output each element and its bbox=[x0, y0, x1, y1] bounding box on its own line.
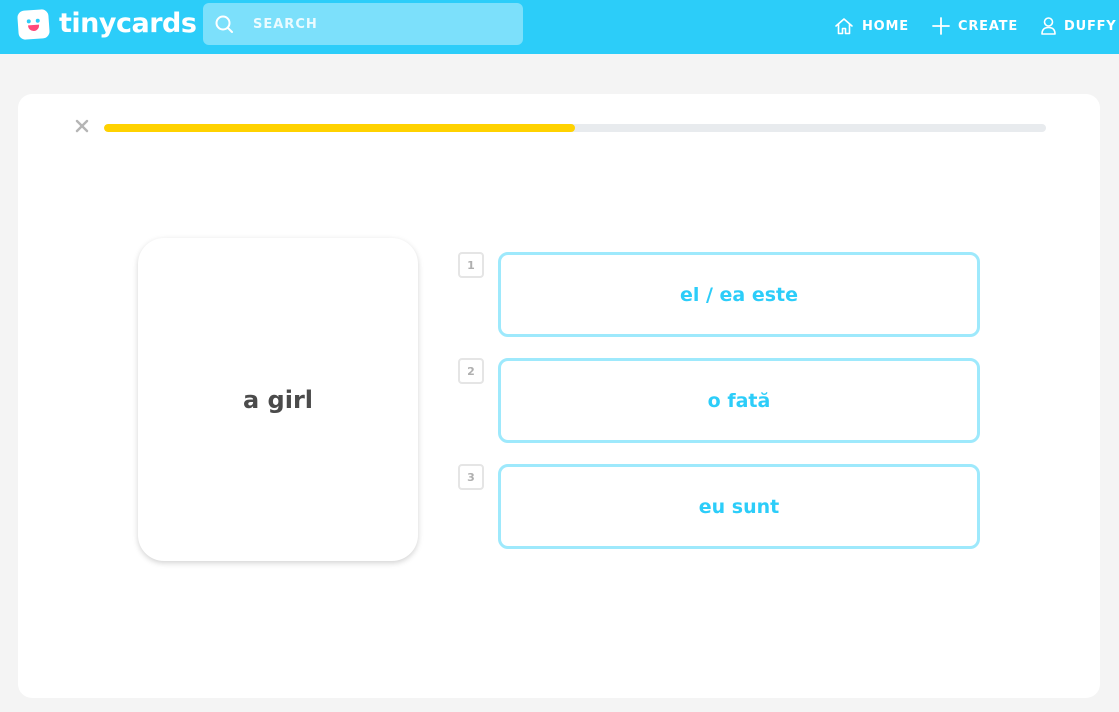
option-key-2: 2 bbox=[458, 358, 484, 384]
logo-text: tinycards bbox=[59, 8, 197, 39]
progress-fill bbox=[104, 124, 575, 132]
nav-profile[interactable]: DUFFY bbox=[1041, 15, 1117, 37]
nav-home-label: HOME bbox=[862, 18, 909, 34]
flashcard: a girl bbox=[138, 238, 418, 561]
quiz-panel: a girl 1 el / ea este 2 o fată 3 eu sunt bbox=[18, 94, 1100, 698]
flashcard-prompt: a girl bbox=[242, 385, 314, 414]
progress-bar bbox=[104, 124, 1046, 132]
close-icon[interactable] bbox=[74, 118, 90, 134]
plus-icon bbox=[932, 17, 950, 35]
option-key-1: 1 bbox=[458, 252, 484, 278]
option-key-3: 3 bbox=[458, 464, 484, 490]
nav-create[interactable]: CREATE bbox=[932, 15, 1018, 37]
nav-profile-label: DUFFY bbox=[1064, 18, 1117, 34]
nav-create-label: CREATE bbox=[958, 18, 1019, 34]
nav-home[interactable]: HOME bbox=[834, 15, 909, 37]
home-icon bbox=[835, 18, 853, 35]
search-icon bbox=[215, 15, 233, 33]
user-icon bbox=[1041, 17, 1056, 35]
tinycards-logo[interactable]: tinycards bbox=[17, 8, 197, 40]
answer-option-3[interactable]: eu sunt bbox=[498, 464, 980, 549]
answer-option-1[interactable]: el / ea este bbox=[498, 252, 980, 337]
search-input[interactable] bbox=[253, 3, 513, 45]
answer-option-2[interactable]: o fată bbox=[498, 358, 980, 443]
top-bar: tinycards HOME CREATE DUFFY bbox=[0, 0, 1119, 54]
logo-icon bbox=[17, 8, 50, 40]
search-bar[interactable] bbox=[203, 3, 523, 45]
